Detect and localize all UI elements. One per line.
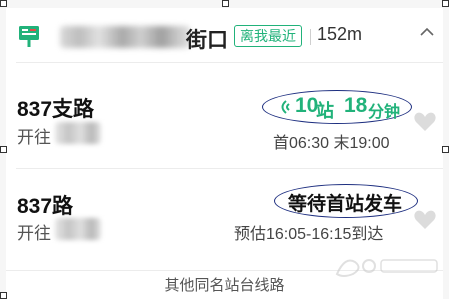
realtime-signal-icon [281,100,290,114]
route-row-837-branch[interactable]: 837支路 开往 10 站 18 分钟 首06:30 末19:00 [6,78,443,168]
header-divider [310,29,311,45]
corner-marker [0,146,7,153]
direction-destination-blurred [55,218,101,240]
route-name: 837支路 [17,98,95,121]
direction-destination-blurred [55,122,101,144]
corner-marker [442,146,449,153]
first-last-schedule: 首06:30 末19:00 [273,135,390,152]
nearest-badge: 离我最近 [234,25,302,47]
waiting-status: 等待首站发车 [274,184,420,218]
corner-marker [0,292,7,299]
minutes-count: 18 [344,94,368,117]
stops-unit: 站 [316,101,334,121]
heart-icon[interactable] [413,208,437,230]
stop-distance: 152m [317,24,363,44]
corner-marker [442,0,449,7]
minutes-unit: 分钟 [368,104,401,121]
corner-marker [222,0,229,7]
bus-stop-icon [19,26,39,47]
stop-name-blurred [60,26,190,48]
realtime-arrival: 10 站 18 分钟 [262,90,414,124]
corner-marker [0,0,7,7]
direction-label: 开往 [17,224,51,243]
watermark-logo [335,259,438,277]
divider [16,168,443,169]
stop-header[interactable]: 街口 离我最近 152m [6,18,443,54]
direction-label: 开往 [17,128,51,147]
chevron-up-icon[interactable] [420,27,434,37]
estimated-arrival: 预估16:05-16:15到达 [234,226,384,243]
route-name: 837路 [17,195,74,218]
heart-icon[interactable] [413,110,437,132]
status-text: 等待首站发车 [288,194,403,215]
divider [16,62,443,63]
stop-name: 街口 [186,29,228,52]
stops-count: 10 [295,94,319,117]
